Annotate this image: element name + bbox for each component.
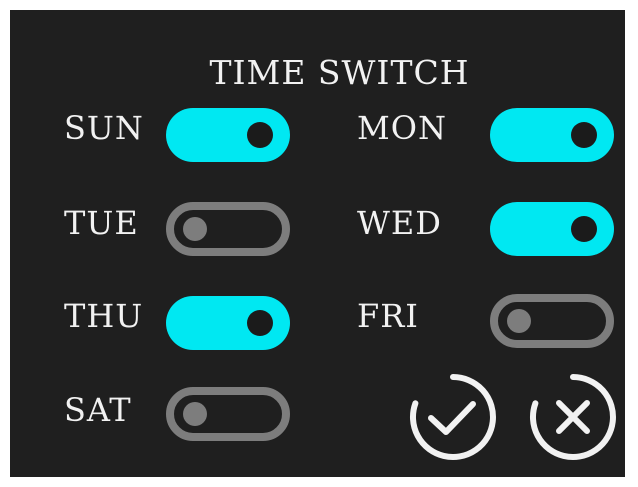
toggle-mon[interactable]: [490, 108, 614, 162]
toggle-sat[interactable]: [166, 387, 290, 441]
time-switch-panel: TIME SWITCH SUN MON TUE WED THU FRI SAT: [10, 10, 625, 477]
toggle-knob: [183, 217, 207, 241]
check-circle-icon: [410, 374, 496, 460]
day-label-mon: MON: [357, 109, 447, 147]
toggle-wed[interactable]: [490, 202, 614, 256]
day-label-tue: TUE: [64, 204, 139, 242]
toggle-knob: [183, 402, 207, 426]
toggle-knob: [507, 309, 531, 333]
page-title: TIME SWITCH: [209, 53, 470, 92]
day-label-wed: WED: [357, 204, 442, 242]
toggle-knob: [571, 216, 597, 242]
day-label-sat: SAT: [64, 391, 132, 429]
toggle-tue[interactable]: [166, 202, 290, 256]
cancel-button[interactable]: [527, 371, 619, 463]
toggle-knob: [247, 122, 273, 148]
toggle-sun[interactable]: [166, 108, 290, 162]
toggle-knob: [571, 122, 597, 148]
x-circle-icon: [530, 374, 616, 460]
confirm-button[interactable]: [407, 371, 499, 463]
toggle-knob: [247, 310, 273, 336]
toggle-thu[interactable]: [166, 296, 290, 350]
day-label-fri: FRI: [357, 297, 419, 335]
day-label-sun: SUN: [64, 109, 144, 147]
toggle-fri[interactable]: [490, 294, 614, 348]
day-label-thu: THU: [64, 297, 144, 335]
